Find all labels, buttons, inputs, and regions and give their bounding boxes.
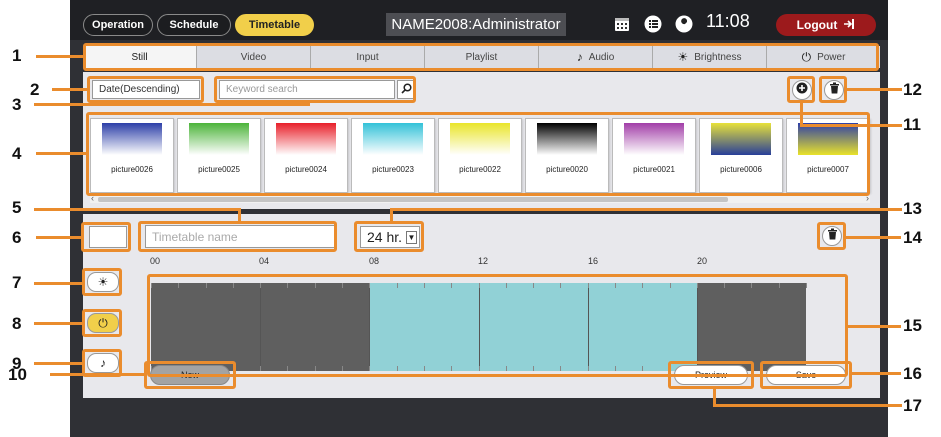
callout-number: 16 — [903, 364, 922, 383]
logout-button[interactable]: Logout — [776, 14, 876, 36]
callout-frame-brightness — [82, 268, 122, 296]
callout-line — [34, 322, 83, 325]
calendar-icon[interactable] — [611, 13, 633, 35]
callout-number: 8 — [12, 314, 22, 333]
callout-line — [36, 236, 82, 239]
callout-frame-search — [214, 76, 416, 103]
callout-frame-tabs — [83, 43, 879, 71]
callout-frame-preview — [668, 361, 754, 389]
clock: 11:08 — [706, 11, 750, 31]
callout-number: 14 — [903, 228, 922, 247]
callout-line — [846, 88, 902, 91]
callout-line — [238, 208, 241, 222]
callout-frame-save — [760, 361, 852, 389]
callout-number: 11 — [903, 115, 921, 134]
callout-line — [34, 282, 83, 285]
callout-line — [34, 208, 241, 211]
callout-frame-new — [144, 361, 236, 389]
callout-number: 4 — [12, 144, 22, 163]
callout-frame-power — [82, 309, 122, 337]
scrollbar-thumb[interactable] — [98, 197, 728, 202]
callout-number: 10 — [8, 365, 27, 384]
device-title: NAME2008:Administrator — [386, 13, 566, 36]
hour-label: 16 — [588, 256, 599, 266]
operation-mode-button[interactable]: Operation — [83, 14, 153, 36]
callout-number: 2 — [30, 80, 40, 99]
callout-line — [307, 101, 310, 106]
callout-line — [52, 88, 88, 91]
hour-label: 20 — [697, 256, 708, 266]
callout-frame-name — [138, 221, 337, 252]
callout-line — [34, 103, 310, 106]
callout-number: 12 — [903, 80, 922, 99]
callout-number: 13 — [903, 199, 922, 218]
hour-label: 08 — [369, 256, 380, 266]
callout-number: 17 — [903, 396, 922, 415]
callout-line — [390, 208, 393, 222]
hour-label: 12 — [478, 256, 489, 266]
callout-number: 6 — [12, 228, 22, 247]
callout-frame-delete-timetable — [817, 222, 846, 250]
hour-label: 04 — [259, 256, 270, 266]
callout-number: 1 — [12, 46, 22, 65]
callout-number: 7 — [12, 273, 22, 292]
callout-line — [713, 404, 902, 407]
callout-line — [847, 325, 901, 328]
top-bar: Operation Schedule Timetable NAME2008:Ad… — [70, 0, 888, 40]
callout-frame-span — [354, 221, 424, 252]
callout-frame-color — [81, 222, 131, 252]
callout-line — [800, 124, 902, 127]
callout-frame-add — [787, 76, 815, 103]
callout-line — [845, 236, 901, 239]
callout-frame-pictures — [86, 112, 870, 196]
logout-label: Logout — [796, 18, 838, 32]
callout-line — [390, 208, 902, 211]
wrench-icon[interactable] — [673, 13, 695, 35]
schedule-mode-button[interactable]: Schedule — [157, 14, 231, 36]
callout-line — [36, 55, 84, 58]
list-icon[interactable] — [642, 13, 664, 35]
hour-label: 00 — [150, 256, 161, 266]
callout-frame-delete — [819, 76, 847, 103]
callout-frame-sort — [87, 76, 204, 103]
callout-number: 3 — [12, 95, 22, 114]
callout-line — [34, 362, 83, 365]
callout-line — [851, 372, 901, 375]
timetable-mode-button[interactable]: Timetable — [235, 14, 314, 36]
callout-number: 15 — [903, 316, 922, 335]
callout-line — [36, 152, 87, 155]
callout-number: 5 — [12, 198, 22, 217]
picture-list-scrollbar[interactable]: ‹ › — [90, 193, 870, 203]
callout-line — [50, 373, 145, 376]
logout-icon — [843, 18, 855, 33]
